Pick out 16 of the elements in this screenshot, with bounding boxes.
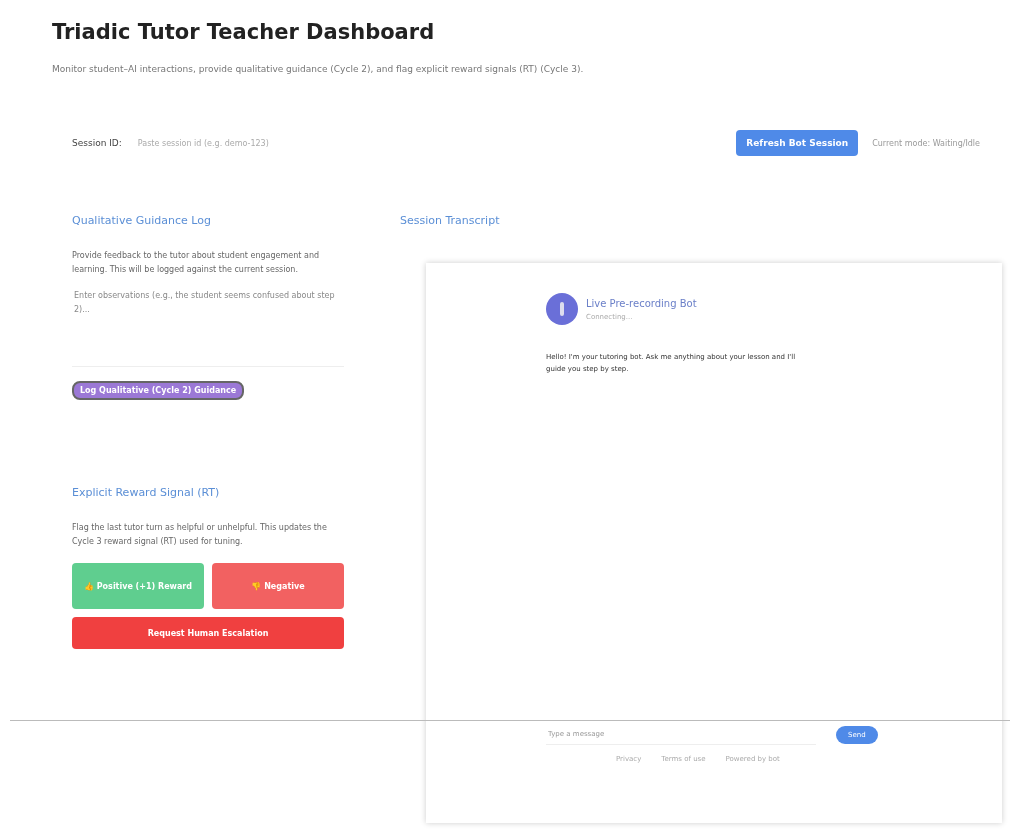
mode-status: Current mode: Waiting/Idle (872, 138, 980, 148)
page-title: Triadic Tutor Teacher Dashboard (52, 20, 436, 44)
guidance-description: Provide feedback to the tutor about student engagement and learning. This will be logged against the current session. (72, 250, 321, 276)
guidance-heading: Qualitative Guidance Log (72, 214, 212, 227)
positive-reward-button[interactable]: 👍 Positive (+1) Reward (72, 563, 204, 609)
reward-description: Flag the last tutor turn as helpful or unhelpful. This updates the Cycle 3 reward signal (RT) used for tuning. (72, 522, 328, 548)
refresh-button[interactable]: Refresh Bot Session (736, 130, 859, 156)
negative-reward-button[interactable]: 👎 Negative (212, 563, 344, 609)
session-label: Session ID: (72, 138, 122, 148)
bot-avatar-icon (546, 293, 578, 325)
reward-heading: Explicit Reward Signal (RT) (72, 486, 221, 499)
bot-name: Live Pre-recording Bot (586, 297, 697, 309)
transcript-heading: Session Transcript (400, 214, 501, 227)
log-guidance-button[interactable]: Log Qualitative (Cycle 2) Guidance (72, 381, 245, 400)
page-subtitle: Monitor student–AI interactions, provide qualitative guidance (Cycle 2), and flag explicit reward signals (RT) (Cycle 3). (52, 64, 585, 74)
escalate-reward-button[interactable]: Request Human Escalation (72, 617, 344, 649)
